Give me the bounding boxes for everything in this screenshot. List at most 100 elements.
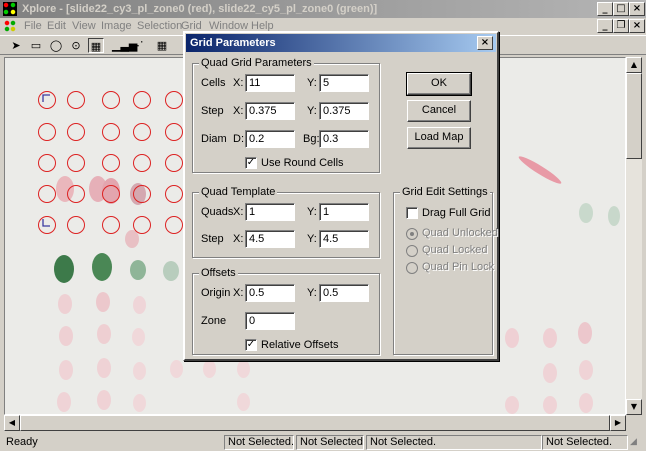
status-pane-1: Not Selected. [224, 435, 294, 450]
grid-cell[interactable] [38, 185, 56, 203]
ok-button[interactable]: OK [406, 72, 472, 96]
grid-parameters-dialog: Grid Parameters × Quad Grid Parameters C… [183, 31, 499, 361]
origin-y-input[interactable] [319, 284, 369, 302]
grid-cell[interactable] [38, 154, 56, 172]
close-icon[interactable]: × [629, 2, 645, 16]
cells-y-input[interactable] [319, 74, 369, 92]
scroll-left-icon[interactable]: ◀ [4, 415, 20, 431]
pointer-icon[interactable]: ➤ [8, 38, 24, 53]
diam-input[interactable] [245, 130, 295, 148]
round-cells-checkbox[interactable]: ✓ [245, 157, 257, 169]
spot [59, 326, 73, 346]
scatter-plot-icon[interactable]: ⋰ [130, 38, 146, 53]
resize-grip-icon[interactable]: ◢ [630, 437, 637, 447]
doc-restore-icon[interactable]: ❐ [613, 19, 629, 33]
scroll-down-icon[interactable]: ▼ [626, 399, 642, 415]
grid-cell[interactable] [102, 185, 120, 203]
spot [170, 360, 183, 378]
scroll-right-icon[interactable]: ▶ [610, 415, 626, 431]
quad-unlocked-radio[interactable] [406, 228, 418, 240]
spot [133, 296, 146, 314]
doc-minimize-icon[interactable]: _ [597, 19, 613, 33]
grid-cell[interactable] [67, 216, 85, 234]
grid-cell[interactable] [102, 123, 120, 141]
app-title-bar[interactable]: Xplore - [slide22_cy3_pl_zone0 (red), sl… [0, 0, 646, 18]
relative-offsets-checkbox[interactable]: ✓ [245, 339, 257, 351]
grid-cell[interactable] [165, 185, 183, 203]
horizontal-scrollbar[interactable]: ◀ ▶ [4, 415, 626, 431]
grid-cell[interactable] [165, 91, 183, 109]
spot [608, 206, 620, 226]
menu-file[interactable]: File [24, 20, 42, 32]
cancel-button[interactable]: Cancel [407, 100, 471, 122]
menu-selection[interactable]: Selection [137, 20, 182, 32]
spot [97, 358, 111, 378]
grid-cell-corner[interactable] [38, 216, 56, 234]
spot [505, 328, 519, 348]
load-map-button[interactable]: Load Map [407, 127, 471, 149]
cells-x-input[interactable] [245, 74, 295, 92]
rectangle-select-icon[interactable]: ▭ [28, 38, 44, 53]
vertical-scrollbar[interactable]: ▲ ▼ [626, 57, 642, 415]
grid-pattern-icon[interactable]: ▦ [88, 38, 104, 53]
grid-cell[interactable] [67, 154, 85, 172]
grid-cell-corner[interactable] [38, 91, 56, 109]
vertical-scroll-thumb[interactable] [626, 73, 642, 159]
app-icon[interactable] [3, 2, 17, 16]
template-step-y-label: Y: [307, 233, 317, 245]
origin-x-input[interactable] [245, 284, 295, 302]
quads-y-input[interactable] [319, 203, 369, 221]
zone-input[interactable] [245, 312, 295, 330]
dialog-close-icon[interactable]: × [477, 36, 493, 50]
grid-cell[interactable] [102, 154, 120, 172]
maximize-icon[interactable]: □ [613, 2, 629, 16]
doc-close-icon[interactable]: × [629, 19, 645, 33]
origin-label: Origin [201, 287, 231, 299]
grid-cell[interactable] [165, 154, 183, 172]
minimize-icon[interactable]: _ [597, 2, 613, 16]
spot [203, 360, 216, 378]
histogram-icon[interactable]: ▁▃▅ [112, 38, 137, 53]
grid-step-y-input[interactable] [319, 102, 369, 120]
grid-cell[interactable] [165, 216, 183, 234]
grid-cell[interactable] [133, 216, 151, 234]
grid-cell[interactable] [133, 185, 151, 203]
spot [237, 393, 250, 411]
offsets-group: Offsets Origin X: Y: Zone ✓ Relative Off… [192, 267, 380, 355]
quad-unlocked-label: Quad Unlocked [422, 227, 498, 239]
bg-input[interactable] [319, 130, 369, 148]
scroll-up-icon[interactable]: ▲ [626, 57, 642, 73]
grid-cell[interactable] [102, 91, 120, 109]
grid-cell[interactable] [133, 91, 151, 109]
quads-x-input[interactable] [245, 203, 295, 221]
menu-image[interactable]: Image [101, 20, 132, 32]
grid-cell[interactable] [165, 123, 183, 141]
dialog-title-bar[interactable]: Grid Parameters × [186, 34, 496, 52]
template-step-y-input[interactable] [319, 230, 369, 248]
spot [130, 260, 146, 280]
grid-cell[interactable] [133, 154, 151, 172]
grid-cell[interactable] [67, 185, 85, 203]
drag-full-grid-checkbox[interactable] [406, 207, 418, 219]
template-step-x-input[interactable] [245, 230, 295, 248]
spot [543, 328, 557, 348]
ellipse-select-icon[interactable]: ◯ [48, 38, 64, 53]
target-icon[interactable]: ⊙ [68, 38, 84, 53]
grid-cell[interactable] [133, 123, 151, 141]
horizontal-scroll-thumb[interactable] [20, 415, 610, 431]
menu-edit[interactable]: Edit [47, 20, 66, 32]
quad-pin-lock-radio[interactable] [406, 262, 418, 274]
grid-step-x-input[interactable] [245, 102, 295, 120]
menu-view[interactable]: View [72, 20, 96, 32]
grid-cell[interactable] [38, 123, 56, 141]
grid-cell[interactable] [67, 91, 85, 109]
grid-cell[interactable] [102, 216, 120, 234]
quad-locked-radio[interactable] [406, 245, 418, 257]
status-pane-2: Not Selected. [296, 435, 364, 450]
spot [543, 363, 557, 383]
grid-icon[interactable]: ▦ [154, 38, 170, 53]
document-menu-icon[interactable] [4, 20, 17, 33]
grid-cell[interactable] [67, 123, 85, 141]
spot [163, 261, 179, 281]
template-step-label: Step [201, 233, 224, 245]
